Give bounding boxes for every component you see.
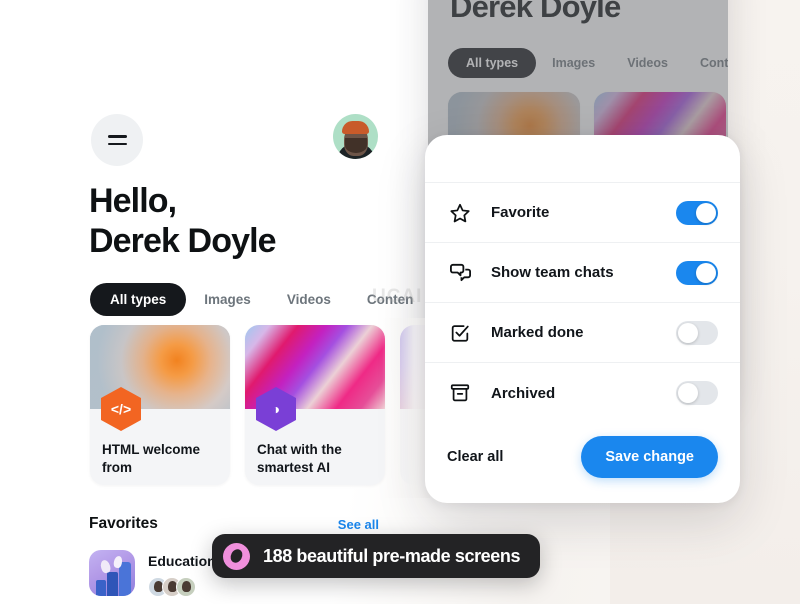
tab-videos[interactable]: Videos xyxy=(269,292,349,307)
favorite-name: Education xyxy=(148,553,216,569)
card-chat-ai[interactable]: ◑ Chat with the smartest AI xyxy=(245,325,385,485)
toggle-knob xyxy=(678,322,698,343)
pill-icon xyxy=(223,542,250,570)
toggle-knob xyxy=(696,202,716,223)
page-title: Hello, Derek Doyle xyxy=(89,182,277,262)
favorite-info: Education xyxy=(148,550,216,597)
background-tab-bar: All types Images Videos Conten xyxy=(448,48,728,78)
option-label-show-team-chats: Show team chats xyxy=(491,264,614,281)
tab-content[interactable]: Conten xyxy=(349,292,430,307)
card-peek-thumbnail xyxy=(400,325,426,409)
modal-footer: Clear all Save change xyxy=(425,411,740,503)
hamburger-menu-button[interactable] xyxy=(91,114,143,166)
user-avatar[interactable] xyxy=(333,114,378,159)
list-item[interactable]: Education xyxy=(89,550,216,597)
background-tab-all-types[interactable]: All types xyxy=(448,48,537,78)
option-row-marked-done[interactable]: Marked done xyxy=(425,303,740,363)
save-change-button[interactable]: Save change xyxy=(581,436,718,478)
greeting-line-2: Derek Doyle xyxy=(89,221,277,260)
option-label-favorite: Favorite xyxy=(491,204,550,221)
background-tab-videos[interactable]: Videos xyxy=(611,56,684,70)
chart-bar xyxy=(107,572,118,596)
checkbox-checked-icon xyxy=(447,320,473,346)
archive-box-icon xyxy=(447,380,473,406)
chat-bubbles-icon xyxy=(447,260,473,286)
card-chat-ai-title: Chat with the smartest AI xyxy=(257,442,342,475)
tab-bar: All types Images Videos Conten xyxy=(90,283,420,316)
tab-all-types[interactable]: All types xyxy=(90,283,187,316)
greeting-line-1: Hello, xyxy=(89,182,177,220)
chart-bar xyxy=(119,562,131,596)
toggle-archived[interactable] xyxy=(676,381,718,405)
filter-settings-modal: Favorite Show team chats Marked done Arc… xyxy=(425,135,740,503)
option-row-favorite[interactable]: Favorite xyxy=(425,183,740,243)
toggle-favorite[interactable] xyxy=(676,200,718,225)
modal-option-list: Favorite Show team chats Marked done Arc… xyxy=(425,183,740,423)
card-html-welcome-title: HTML welcome from xyxy=(102,442,201,475)
toggle-knob xyxy=(678,383,698,403)
avatar-beard xyxy=(344,138,367,153)
chart-bar xyxy=(96,580,106,596)
tab-images[interactable]: Images xyxy=(186,292,269,307)
clear-all-button[interactable]: Clear all xyxy=(447,449,503,465)
toggle-show-team-chats[interactable] xyxy=(676,260,718,285)
card-row: </> HTML welcome from ◑ Chat with the sm… xyxy=(90,325,426,485)
card-html-welcome[interactable]: </> HTML welcome from xyxy=(90,325,230,485)
foreground-phone-screen: Hello, Derek Doyle All types Images Vide… xyxy=(0,0,430,604)
hamburger-icon-line xyxy=(107,142,127,146)
background-tab-images[interactable]: Images xyxy=(536,56,611,70)
card-peek-next[interactable] xyxy=(400,325,426,485)
favorites-header: Favorites See all xyxy=(89,515,379,533)
option-label-archived: Archived xyxy=(491,384,556,402)
background-tab-content[interactable]: Conten xyxy=(684,56,728,70)
promo-toast: 188 beautiful pre-made screens xyxy=(212,534,541,578)
star-icon xyxy=(447,200,473,226)
see-all-link[interactable]: See all xyxy=(338,517,379,532)
hamburger-icon-line xyxy=(107,134,127,138)
avatar-beanie xyxy=(342,121,369,134)
toggle-knob xyxy=(696,262,716,283)
option-row-show-team-chats[interactable]: Show team chats xyxy=(425,243,740,303)
pill-icon-inner xyxy=(228,547,245,565)
favorites-title: Favorites xyxy=(89,515,158,532)
avatar xyxy=(176,577,196,597)
background-greeting: Derek Doyle xyxy=(450,0,621,24)
favorite-thumbnail xyxy=(89,550,135,596)
option-label-marked-done: Marked done xyxy=(491,324,584,341)
toggle-marked-done[interactable] xyxy=(676,320,718,345)
modal-header xyxy=(425,135,740,183)
promo-toast-text: 188 beautiful pre-made screens xyxy=(263,545,521,566)
favorite-member-avatars xyxy=(148,577,216,597)
top-bar xyxy=(91,114,378,166)
